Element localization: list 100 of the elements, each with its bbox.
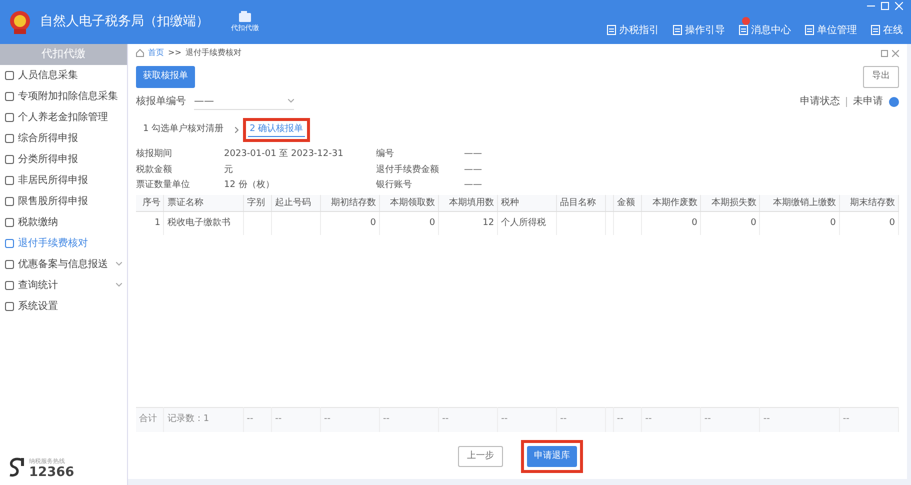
status-value: 未申请 [853, 94, 883, 109]
maximize-icon [881, 2, 889, 10]
breadcrumb-text: 退付手续费核对 [185, 47, 242, 59]
footer-cell: -- [243, 408, 272, 432]
table-cell: 0 [760, 211, 840, 236]
close-icon [895, 2, 903, 10]
footer-cell: -- [760, 408, 840, 432]
info-value: —— [464, 164, 482, 176]
menu-icon [5, 70, 14, 80]
info-label: 编号 [376, 148, 395, 161]
sidebar-item[interactable]: 退付手续费核对 [0, 232, 127, 254]
table-cell: 0 [380, 211, 439, 236]
info-label: 退付手续费金额 [376, 164, 440, 176]
step-tab[interactable]: 2 确认核报单 [248, 122, 306, 137]
menu-icon [5, 112, 14, 122]
status-label: 申请状态 [800, 94, 840, 109]
info-label: 核报期间 [136, 148, 173, 161]
sidebar-item[interactable]: 税款缴纳 [0, 212, 127, 232]
menu-icon [5, 92, 14, 100]
footer-cell: 记录数：1 [164, 408, 244, 432]
sidebar-item[interactable]: 查询统计 [0, 274, 127, 296]
column-header: 税种 [498, 194, 557, 212]
sidebar-item[interactable]: 综合所得申报 [0, 128, 127, 148]
column-header: 序号 [136, 194, 164, 212]
column-header: 品目名称 [556, 194, 606, 212]
field-label: 核报单编号 [136, 94, 186, 109]
close-icon [892, 50, 899, 56]
notification-badge [742, 16, 750, 24]
sidebar-heading: 代扣代缴 [0, 44, 127, 64]
info-value: —— [464, 148, 482, 161]
export-button[interactable]: 导出 [863, 66, 899, 88]
column-header: 起止号码 [272, 194, 320, 212]
module-icon [238, 10, 252, 23]
column-header: 本期领取数 [380, 194, 439, 212]
footer-cell: -- [438, 408, 498, 432]
column-header: 金额 [613, 194, 642, 212]
column-header: 本期填用数 [438, 194, 498, 212]
footer-cell: 合计 [136, 408, 164, 432]
toolbar-item[interactable]: 在线 [871, 16, 903, 38]
table-cell: 0 [700, 211, 760, 236]
sidebar-item[interactable]: 非居民所得申报 [0, 170, 127, 190]
menu-icon [5, 302, 14, 310]
table-cell: 1 [136, 211, 164, 236]
footer-cell: -- [556, 408, 606, 432]
footer-cell: -- [272, 408, 320, 432]
footer-cell: -- [839, 408, 898, 432]
column-header: 本期作废数 [642, 194, 701, 212]
menu-icon [5, 154, 14, 164]
footer-cell: -- [642, 408, 701, 432]
info-value: —— [464, 179, 482, 192]
step-tab[interactable]: 1 勾选单户核对清册 [141, 123, 226, 136]
document-icon [673, 25, 682, 35]
back-button[interactable]: 上一步 [458, 446, 503, 467]
breadcrumb-link[interactable]: 首页 [148, 47, 164, 59]
table-cell: 税收电子缴款书 [164, 211, 244, 236]
sidebar-item[interactable]: 专项附加扣除信息采集 [0, 86, 127, 106]
menu-icon [5, 260, 14, 268]
column-header: 期末结存数 [839, 194, 898, 212]
document-icon [607, 25, 616, 35]
footer-cell: -- [380, 408, 439, 432]
sidebar-item[interactable]: 个人养老金扣除管理 [0, 106, 127, 128]
document-icon [805, 25, 814, 35]
fetch-button[interactable]: 获取核报单 [136, 66, 195, 88]
sidebar-item[interactable]: 优惠备案与信息报送 [0, 254, 127, 274]
info-label: 税款金额 [136, 164, 173, 176]
table-cell: 0 [839, 211, 898, 236]
app-title: 自然人电子税务局（扣缴端） [40, 13, 209, 32]
menu-icon [5, 238, 14, 248]
info-value: 2023-01-01 至 2023-12-31 [224, 148, 344, 161]
document-icon [739, 25, 748, 35]
footer-cell: -- [320, 408, 380, 432]
breadcrumb-text: >> [168, 47, 182, 59]
menu-icon [5, 176, 14, 184]
toolbar-item[interactable]: 单位管理 [805, 16, 857, 38]
column-header: 票证名称 [164, 194, 244, 212]
sidebar-item[interactable]: 分类所得申报 [0, 148, 127, 170]
chevron-icon [116, 283, 122, 287]
info-value: 12 份（枚） [224, 179, 274, 192]
column-header: 期初结存数 [320, 194, 380, 212]
footer-cell: -- [613, 408, 642, 432]
chevron-icon [234, 126, 239, 133]
submit-button[interactable]: 申请退库 [527, 446, 577, 467]
toolbar-item[interactable]: 操作引导 [673, 16, 725, 38]
table-cell: 12 [438, 211, 498, 236]
toolbar-item[interactable]: 办税指引 [607, 16, 659, 38]
select-field[interactable]: —— [194, 94, 294, 110]
footer-cell: -- [700, 408, 760, 432]
document-icon [871, 25, 880, 35]
column-header: 字别 [243, 194, 272, 212]
toolbar-item[interactable]: 消息中心 [739, 16, 791, 38]
sidebar-item[interactable]: 限售股所得申报 [0, 190, 127, 212]
menu-icon [5, 218, 14, 226]
menu-icon [5, 196, 14, 206]
table-cell: 0 [642, 211, 701, 236]
sidebar-item[interactable]: 系统设置 [0, 296, 127, 316]
hotline-number: 12366 [29, 466, 74, 479]
home-icon [136, 49, 144, 57]
caret-icon [288, 99, 294, 103]
sidebar-item[interactable]: 人员信息采集 [0, 64, 127, 86]
info-label: 银行账号 [376, 179, 413, 192]
